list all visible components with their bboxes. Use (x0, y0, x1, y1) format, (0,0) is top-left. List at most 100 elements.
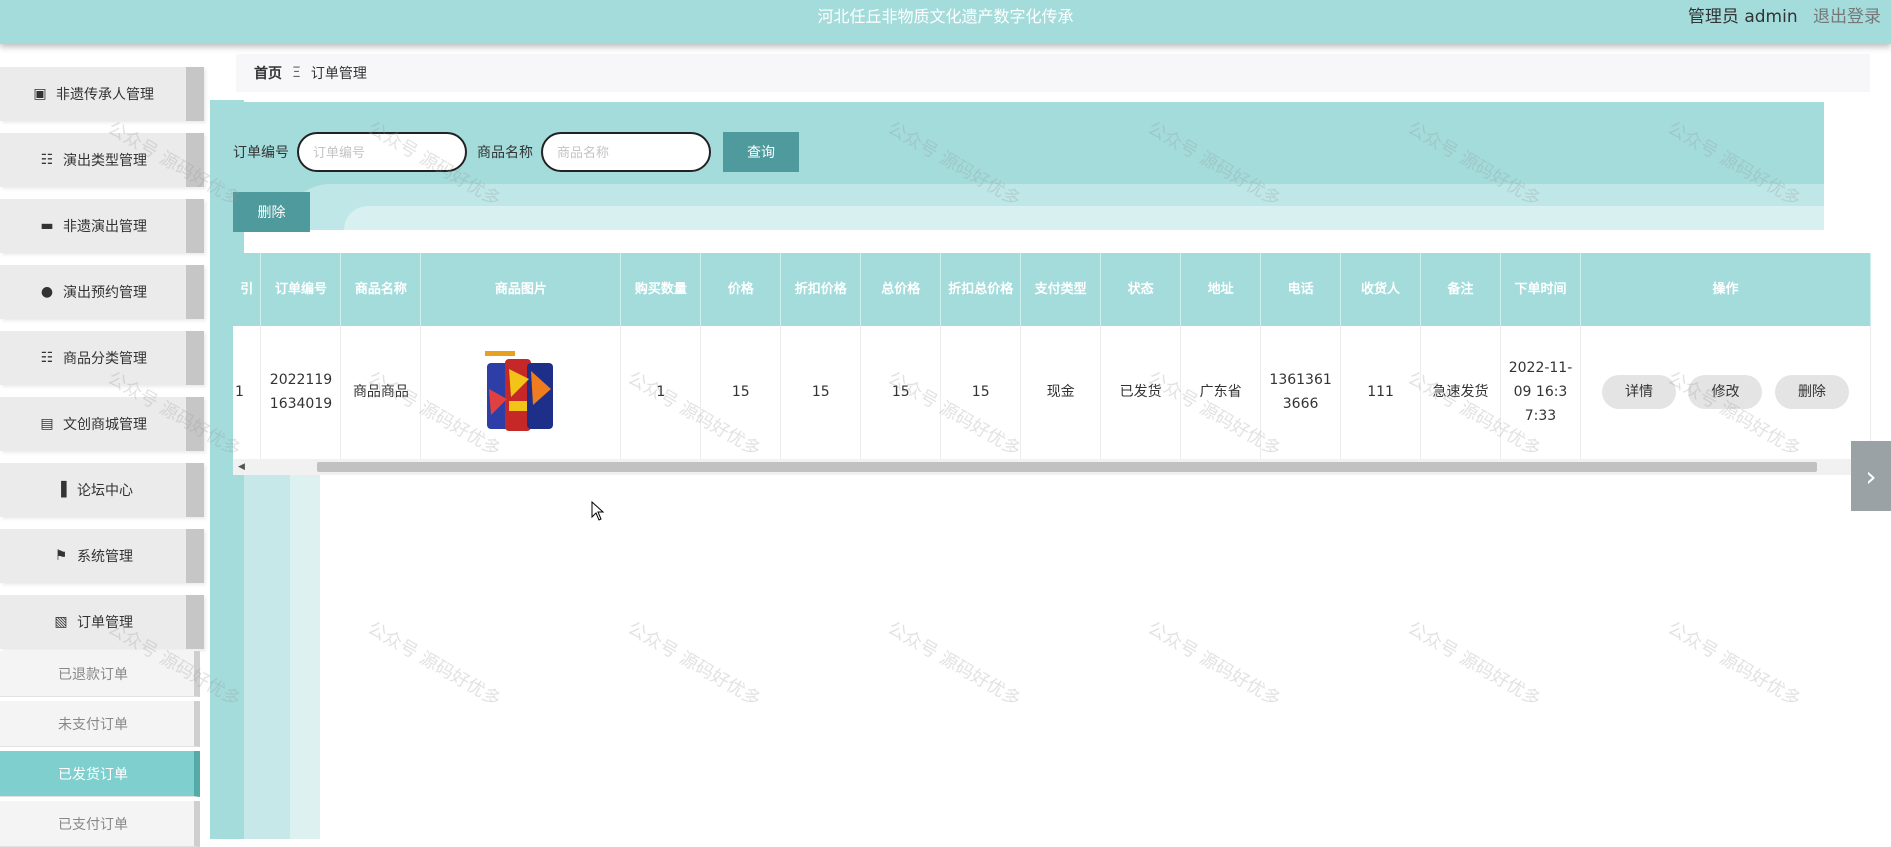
submenu-shipped-orders[interactable]: 已发货订单 (0, 751, 200, 797)
watermark-text: 公众号 源码好优多 (624, 617, 765, 711)
submenu-label: 已发货订单 (58, 766, 128, 783)
user-area: 管理员 admin 退出登录 (1688, 2, 1881, 27)
sidebar-item-performance-types[interactable]: ☷ 演出类型管理 (0, 133, 204, 187)
product-image (481, 349, 561, 435)
lightbulb-icon: ● (40, 284, 54, 300)
column-header: 折扣价格 (780, 253, 862, 326)
sidebar-item-label: 演出类型管理 (63, 153, 147, 169)
column-header: 支付类型 (1020, 253, 1102, 326)
column-header: 收货人 (1340, 253, 1422, 326)
sidebar-item-heritage-performances[interactable]: ▬ 非遗演出管理 (0, 199, 204, 253)
orders-table-container: 引 订单编号 商品名称 商品图片 购买数量 价格 折扣价格 总价格 折扣总价格 … (233, 253, 1871, 475)
cell-order-no: 20221191634019 (260, 326, 342, 460)
edit-button[interactable]: 修改 (1688, 375, 1763, 410)
cell-order-time: 2022-11-09 16:37:33 (1500, 326, 1581, 460)
submenu-label: 已退款订单 (58, 666, 128, 683)
column-header: 下单时间 (1500, 253, 1581, 326)
column-header: 价格 (700, 253, 782, 326)
sidebar-item-label: 系统管理 (77, 549, 133, 565)
cell-actions: 详情 修改 删除 (1580, 326, 1871, 460)
product-name-input[interactable] (541, 132, 711, 172)
site-title: 河北任丘非物质文化遗产数字化传承 (817, 7, 1074, 26)
cell-product-image (420, 326, 622, 460)
grid-icon: ☷ (40, 350, 54, 366)
query-button[interactable]: 查询 (723, 132, 799, 172)
cell-discount-total: 15 (940, 326, 1022, 460)
sidebar-item-heritage-inheritors[interactable]: ▣ 非遗传承人管理 (0, 67, 204, 121)
submenu-label: 未支付订单 (58, 716, 128, 733)
sidebar-item-label: 商品分类管理 (63, 351, 147, 367)
sidebar-item-performance-bookings[interactable]: ● 演出预约管理 (0, 265, 204, 319)
id-card-icon: ▣ (33, 86, 47, 102)
cell-address: 广东省 (1180, 326, 1262, 460)
column-header: 操作 (1580, 253, 1871, 326)
column-header: 电话 (1260, 253, 1342, 326)
product-name-label: 商品名称 (477, 145, 533, 161)
submenu-label: 已支付订单 (58, 816, 128, 833)
submenu-refunded-orders[interactable]: 已退款订单 (0, 651, 200, 697)
submenu-unpaid-orders[interactable]: 未支付订单 (0, 701, 200, 747)
sidebar: ▣ 非遗传承人管理 ☷ 演出类型管理 ▬ 非遗演出管理 ● 演出预约管理 ☷ 商… (0, 44, 210, 847)
horizontal-scrollbar[interactable]: ◀ ▶ (233, 459, 1871, 475)
submenu-paid-orders[interactable]: 已支付订单 (0, 801, 200, 847)
column-header: 购买数量 (620, 253, 702, 326)
mouse-cursor-icon (591, 501, 605, 521)
monitor-icon: ▬ (40, 218, 54, 234)
breadcrumb: 首页 Ξ 订单管理 (236, 54, 1870, 92)
scrollbar-thumb[interactable] (317, 462, 1817, 472)
cell-quantity: 1 (620, 326, 702, 460)
sidebar-item-label: 非遗传承人管理 (56, 87, 154, 103)
sidebar-item-orders[interactable]: ▧ 订单管理 (0, 595, 204, 649)
chevron-right-icon[interactable]: › (1851, 441, 1891, 511)
clipboard-icon: ▧ (54, 614, 68, 630)
sidebar-item-product-categories[interactable]: ☷ 商品分类管理 (0, 331, 204, 385)
sidebar-item-creative-store[interactable]: ▤ 文创商城管理 (0, 397, 204, 451)
column-header: 总价格 (860, 253, 942, 326)
store-icon: ▤ (40, 416, 54, 432)
watermark-text: 公众号 源码好优多 (884, 617, 1025, 711)
sidebar-item-forum[interactable]: ▐ 论坛中心 (0, 463, 204, 517)
flag-icon: ⚑ (54, 548, 68, 564)
watermark-text: 公众号 源码好优多 (1404, 617, 1545, 711)
cell-receiver: 111 (1340, 326, 1422, 460)
detail-button[interactable]: 详情 (1602, 375, 1677, 410)
sidebar-item-label: 文创商城管理 (63, 417, 147, 433)
sidebar-item-label: 非遗演出管理 (63, 219, 147, 235)
grid-icon: ☷ (40, 152, 54, 168)
cell-price: 15 (700, 326, 782, 460)
bar-chart-icon: ▐ (55, 482, 67, 498)
orders-table: 引 订单编号 商品名称 商品图片 购买数量 价格 折扣价格 总价格 折扣总价格 … (233, 253, 1871, 460)
order-no-input[interactable] (297, 132, 467, 172)
sidebar-item-system[interactable]: ⚑ 系统管理 (0, 529, 204, 583)
order-no-label: 订单编号 (233, 145, 289, 161)
scroll-left-icon[interactable]: ◀ (238, 462, 245, 472)
cell-remark: 急速发货 (1420, 326, 1502, 460)
panel-decor (344, 206, 1824, 230)
breadcrumb-home[interactable]: 首页 (254, 63, 282, 83)
sidebar-item-label: 演出预约管理 (63, 285, 147, 301)
cell-pay-type: 现金 (1020, 326, 1102, 460)
cell-index: 1 (233, 326, 262, 460)
column-header: 状态 (1100, 253, 1182, 326)
breadcrumb-current: 订单管理 (310, 66, 367, 82)
sidebar-item-label: 订单管理 (77, 615, 133, 631)
breadcrumb-separator-icon: Ξ (292, 65, 301, 81)
table-header-row: 引 订单编号 商品名称 商品图片 购买数量 价格 折扣价格 总价格 折扣总价格 … (233, 253, 1871, 326)
top-header: 河北任丘非物质文化遗产数字化传承 管理员 admin 退出登录 (0, 0, 1891, 44)
search-form: 订单编号 商品名称 查询 (233, 132, 799, 172)
delete-button[interactable]: 删除 (233, 192, 310, 232)
cell-total-price: 15 (860, 326, 942, 460)
watermark-text: 公众号 源码好优多 (1664, 617, 1805, 711)
column-header: 商品图片 (420, 253, 622, 326)
sidebar-item-label: 论坛中心 (77, 483, 133, 499)
user-label: 管理员 admin (1687, 7, 1798, 27)
cell-discount-price: 15 (780, 326, 862, 460)
column-header: 备注 (1420, 253, 1502, 326)
watermark-text: 公众号 源码好优多 (1144, 617, 1285, 711)
column-header: 引 (233, 253, 262, 326)
row-delete-button[interactable]: 删除 (1774, 375, 1849, 410)
logout-link[interactable]: 退出登录 (1813, 7, 1881, 27)
column-header: 订单编号 (260, 253, 342, 326)
cell-product-name: 商品商品 (340, 326, 422, 460)
cell-status: 已发货 (1100, 326, 1182, 460)
